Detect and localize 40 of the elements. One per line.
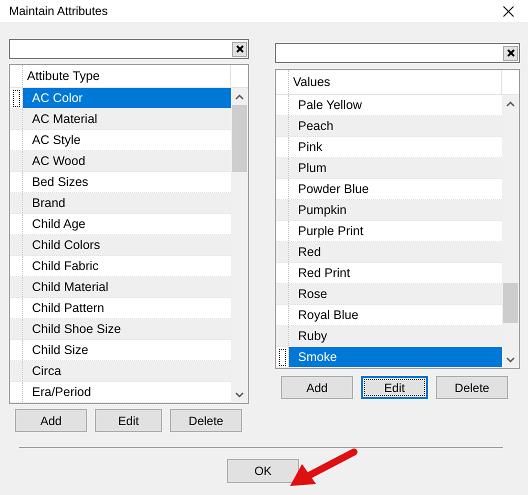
column-header[interactable]: Attibute Type [23,65,231,87]
grid-row[interactable]: Child Fabric [23,256,231,276]
scrollbar-thumb[interactable] [503,283,518,323]
scroll-down-icon[interactable] [506,357,515,363]
ok-button[interactable]: OK [227,459,299,483]
grid-row[interactable]: Pink [289,137,502,157]
grid-row[interactable]: Era/Period [23,382,231,402]
close-icon[interactable] [503,6,514,16]
search-field[interactable] [9,39,249,59]
action-button[interactable]: Edit [361,376,428,399]
scroll-up-icon[interactable] [235,94,244,100]
action-button[interactable]: Edit [95,409,162,432]
grid-row[interactable]: Child Size [23,340,231,360]
window-title: Maintain Attributes [9,4,108,18]
column-header[interactable]: Values [289,70,502,94]
grid-row[interactable]: Smoke [289,347,502,367]
scrollbar[interactable] [502,95,519,368]
grid-row[interactable]: Child Age [23,214,231,234]
grid-row[interactable]: Royal Blue [289,305,502,325]
clear-button[interactable] [503,46,518,60]
scrollbar[interactable] [231,88,248,403]
grid-row[interactable]: AC Color [23,88,231,108]
action-button[interactable]: Delete [170,409,242,432]
grid-row[interactable]: AC Style [23,130,231,150]
grid-row[interactable]: Pale Yellow [289,95,502,115]
action-button[interactable]: Add [281,376,353,399]
search-field[interactable] [275,43,520,63]
action-button[interactable]: Delete [436,376,508,399]
close-icon [236,45,244,53]
scroll-down-icon[interactable] [235,392,244,398]
grid-row[interactable]: Bed Sizes [23,172,231,192]
grid-row[interactable]: Purple Print [289,221,502,241]
close-icon [506,49,514,57]
clear-button[interactable] [232,42,247,56]
scrollbar-thumb[interactable] [232,105,247,172]
scroll-up-icon[interactable] [506,101,515,107]
grid-row[interactable]: Red Print [289,263,502,283]
grid-row[interactable]: Child Pattern [23,298,231,318]
action-button[interactable]: Add [15,409,87,432]
grid-row[interactable]: Powder Blue [289,179,502,199]
